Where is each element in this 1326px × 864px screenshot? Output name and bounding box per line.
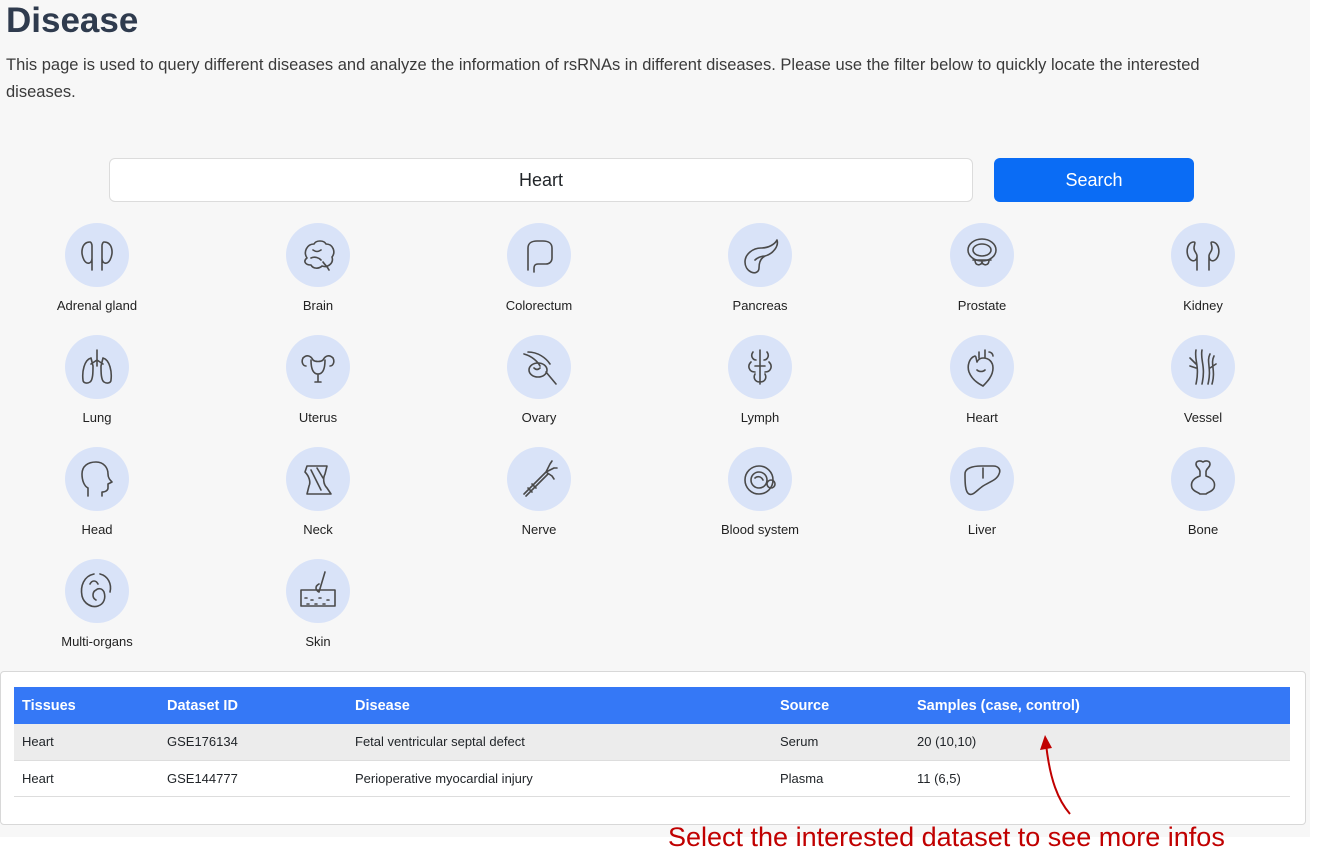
column-header-source[interactable]: Source (772, 687, 909, 724)
tissue-label: Prostate (957, 298, 1007, 313)
tissue-label: Ovary (521, 410, 557, 425)
tissue-label: Bone (1187, 522, 1219, 537)
cell-disease: Fetal ventricular septal defect (347, 724, 772, 761)
pancreas-icon (728, 223, 792, 287)
cell-tissue: Heart (14, 760, 159, 797)
tissue-liver[interactable]: Liver (882, 447, 1082, 538)
tissue-label: Kidney (1183, 298, 1223, 313)
page-intro: This page is used to query different dis… (6, 56, 1200, 101)
tissue-colorectum[interactable]: Colorectum (439, 223, 639, 314)
cell-disease: Perioperative myocardial injury (347, 760, 772, 797)
annotation-text: Select the interested dataset to see mor… (668, 822, 1225, 852)
tissue-adrenal-gland[interactable]: Adrenal gland (0, 223, 197, 314)
tissue-bone[interactable]: Bone (1103, 447, 1303, 538)
table-row[interactable]: Heart GSE176134 Fetal ventricular septal… (14, 724, 1290, 761)
tissue-head[interactable]: Head (0, 447, 197, 538)
blood-system-icon (728, 447, 792, 511)
tissue-label: Head (81, 522, 113, 537)
tissue-kidney[interactable]: Kidney (1103, 223, 1303, 314)
search-button[interactable]: Search (994, 158, 1194, 202)
brain-icon (286, 223, 350, 287)
tissue-label: Vessel (1183, 410, 1223, 425)
lymph-icon (728, 335, 792, 399)
bone-icon (1171, 447, 1235, 511)
tissue-label: Liver (967, 522, 997, 537)
cell-dataset-id: GSE176134 (159, 724, 347, 761)
cell-tissue: Heart (14, 724, 159, 761)
tissue-neck[interactable]: Neck (218, 447, 418, 538)
tissue-label: Multi-organs (61, 634, 133, 649)
annotation-arrow-icon (1040, 735, 1071, 815)
multi-organs-icon (65, 559, 129, 623)
cell-dataset-id: GSE144777 (159, 760, 347, 797)
tissue-label: Heart (966, 410, 998, 425)
tissue-label: Brain (302, 298, 334, 313)
page-title: Disease (6, 1, 139, 40)
lung-icon (65, 335, 129, 399)
tissue-uterus[interactable]: Uterus (218, 335, 418, 426)
kidney-icon (1171, 223, 1235, 287)
prostate-icon (950, 223, 1014, 287)
tissue-blood-system[interactable]: Blood system (660, 447, 860, 538)
tissue-prostate[interactable]: Prostate (882, 223, 1082, 314)
tissue-heart[interactable]: Heart (882, 335, 1082, 426)
column-header-tissues[interactable]: Tissues (14, 687, 159, 724)
table-header-row: Tissues Dataset ID Disease Source Sample… (14, 687, 1290, 724)
vessel-icon (1171, 335, 1235, 399)
tissue-label: Skin (305, 634, 331, 649)
column-header-samples[interactable]: Samples (case, control) (909, 687, 1290, 724)
skin-icon (286, 559, 350, 623)
neck-icon (286, 447, 350, 511)
tissue-brain[interactable]: Brain (218, 223, 418, 314)
tissue-ovary[interactable]: Ovary (439, 335, 639, 426)
tissue-label: Blood system (720, 522, 800, 537)
nerve-icon (507, 447, 571, 511)
tissue-multi-organs[interactable]: Multi-organs (0, 559, 197, 650)
uterus-icon (286, 335, 350, 399)
cell-source: Serum (772, 724, 909, 761)
tissue-label: Uterus (298, 410, 338, 425)
tissue-label: Lymph (740, 410, 780, 425)
cell-samples: 11 (6,5) (909, 760, 1290, 797)
tissue-label: Neck (303, 522, 333, 537)
tissue-label: Adrenal gland (56, 298, 138, 313)
tissue-lymph[interactable]: Lymph (660, 335, 860, 426)
tissue-skin[interactable]: Skin (218, 559, 418, 650)
adrenal-gland-icon (65, 223, 129, 287)
ovary-icon (507, 335, 571, 399)
liver-icon (950, 447, 1014, 511)
tissue-label: Lung (82, 410, 112, 425)
cell-source: Plasma (772, 760, 909, 797)
table-row[interactable]: Heart GSE144777 Perioperative myocardial… (14, 760, 1290, 797)
tissue-label: Colorectum (505, 298, 573, 313)
tissue-lung[interactable]: Lung (0, 335, 197, 426)
tissue-label: Pancreas (732, 298, 788, 313)
tissue-nerve[interactable]: Nerve (439, 447, 639, 538)
search-input[interactable] (109, 158, 973, 202)
results-table: Tissues Dataset ID Disease Source Sample… (14, 687, 1290, 797)
tissue-label: Nerve (521, 522, 557, 537)
column-header-dataset-id[interactable]: Dataset ID (159, 687, 347, 724)
column-header-disease[interactable]: Disease (347, 687, 772, 724)
cell-samples: 20 (10,10) (909, 724, 1290, 761)
tissue-pancreas[interactable]: Pancreas (660, 223, 860, 314)
tissue-vessel[interactable]: Vessel (1103, 335, 1303, 426)
head-icon (65, 447, 129, 511)
heart-icon (950, 335, 1014, 399)
colorectum-icon (507, 223, 571, 287)
results-panel: Tissues Dataset ID Disease Source Sample… (0, 671, 1306, 825)
